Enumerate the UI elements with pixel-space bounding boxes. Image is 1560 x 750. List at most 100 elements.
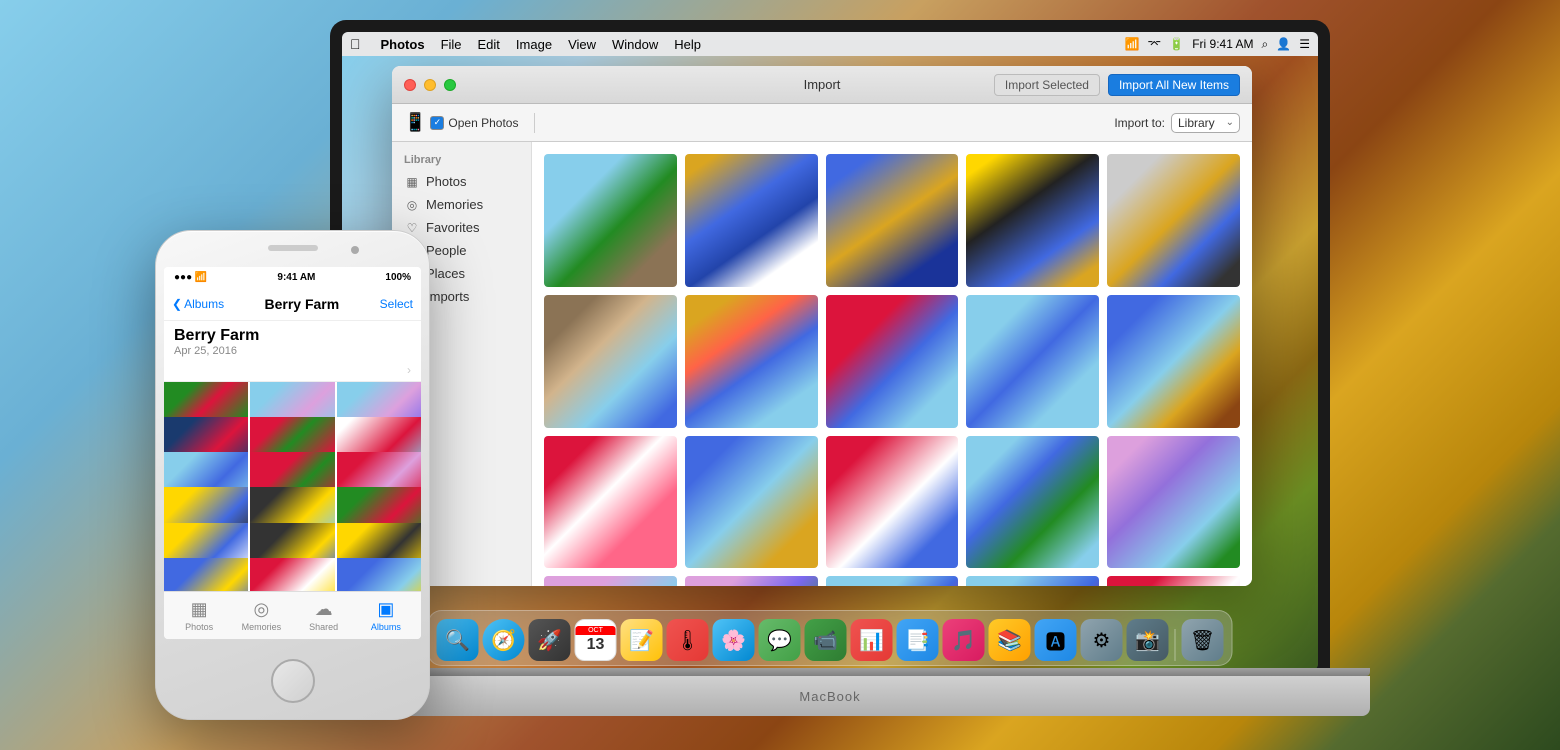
dock-music[interactable]: 🎵	[943, 619, 985, 661]
iphone-tab-memories[interactable]: ◎ Memories	[230, 599, 292, 632]
iphone-tab-shared[interactable]: ☁ Shared	[293, 599, 355, 632]
photo-thumb-11[interactable]	[544, 436, 677, 569]
iphone-album-title: Berry Farm	[174, 327, 411, 345]
dock-notes[interactable]: 📝	[621, 619, 663, 661]
iphone-device-icon: 📱	[404, 112, 426, 133]
iphone-shared-tab-icon: ☁	[315, 599, 333, 620]
photo-thumb-13[interactable]	[826, 436, 959, 569]
iphone-photo-18[interactable]	[337, 558, 421, 591]
photo-thumb-16[interactable]	[544, 576, 677, 586]
titlebar-buttons: Import Selected Import All New Items	[994, 74, 1240, 96]
menubar-help[interactable]: Help	[674, 37, 701, 52]
macbook-bottom: MacBook	[290, 676, 1370, 716]
fullscreen-button[interactable]	[444, 79, 456, 91]
import-selected-button[interactable]: Import Selected	[994, 74, 1100, 96]
dock-books[interactable]: 📚	[989, 619, 1031, 661]
dock-calendar[interactable]: OCT 13	[575, 619, 617, 661]
photo-thumb-12[interactable]	[685, 436, 818, 569]
iphone-home-button[interactable]	[271, 659, 315, 703]
photo-thumb-20[interactable]	[1107, 576, 1240, 586]
dock-appstore[interactable]: 🅰	[1035, 619, 1077, 661]
open-photos-checkbox[interactable]: ✓	[430, 116, 444, 130]
import-to-select-wrapper: Library ⌄	[1171, 113, 1240, 133]
dock-facetime[interactable]: 📹	[805, 619, 847, 661]
memories-icon: ◎	[404, 198, 420, 212]
macbook-label: MacBook	[799, 689, 860, 704]
iphone-battery: 100%	[385, 272, 411, 283]
dock-systemprefs[interactable]: ⚙	[1081, 619, 1123, 661]
photo-thumb-8[interactable]	[826, 295, 959, 428]
sidebar-favorites-label: Favorites	[426, 220, 479, 235]
iphone-back-button[interactable]: ❮ Albums	[172, 297, 224, 311]
iphone-tab-photos[interactable]: ▦ Photos	[168, 599, 230, 632]
photo-thumb-1[interactable]	[544, 154, 677, 287]
menubar-edit[interactable]: Edit	[478, 37, 500, 52]
toolbar-separator	[534, 113, 535, 133]
sidebar-imports-label: Imports	[426, 289, 469, 304]
close-button[interactable]	[404, 79, 416, 91]
apple-menu[interactable]: 	[350, 36, 361, 52]
window-toolbar: 📱 ✓ Open Photos Import to: Library	[392, 104, 1252, 142]
minimize-button[interactable]	[424, 79, 436, 91]
sidebar-item-photos[interactable]: ▦ Photos	[392, 170, 531, 193]
iphone-status-bar: ●●● 📶 9:41 AM 100%	[164, 267, 421, 287]
photo-thumb-10[interactable]	[1107, 295, 1240, 428]
iphone-signal: ●●● 📶	[174, 272, 207, 283]
iphone-select-button[interactable]: Select	[380, 297, 413, 311]
menubar-app-name[interactable]: Photos	[381, 37, 425, 52]
dock-trash[interactable]: 🗑	[1182, 619, 1224, 661]
macbook-screen:  Photos File Edit Image View Window Hel…	[342, 32, 1318, 670]
window-title: Import	[804, 77, 841, 92]
import-all-button[interactable]: Import All New Items	[1108, 74, 1240, 96]
iphone-album-header: Berry Farm Apr 25, 2016	[164, 321, 421, 359]
dock-messages[interactable]: 💬	[759, 619, 801, 661]
iphone-album-date: Apr 25, 2016	[174, 345, 411, 357]
menubar-file[interactable]: File	[441, 37, 462, 52]
window-titlebar: Import Import Selected Import All New It…	[392, 66, 1252, 104]
menubar-view[interactable]: View	[568, 37, 596, 52]
photo-thumb-3[interactable]	[826, 154, 959, 287]
airplay-icon: ⌤	[1147, 37, 1161, 51]
macos-desktop: Import Import Selected Import All New It…	[342, 56, 1318, 670]
iphone-albums-tab-icon: ▣	[377, 599, 394, 620]
photo-thumb-5[interactable]	[1107, 154, 1240, 287]
import-to-group: Import to: Library ⌄	[1114, 113, 1240, 133]
menubar-window[interactable]: Window	[612, 37, 658, 52]
photo-thumb-6[interactable]	[544, 295, 677, 428]
dock-finder[interactable]: 🔍	[437, 619, 479, 661]
dock-keynote[interactable]: 📑	[897, 619, 939, 661]
search-icon[interactable]: ⌕	[1262, 37, 1269, 52]
photo-thumb-7[interactable]	[685, 295, 818, 428]
photos-icon: ▦	[404, 175, 420, 189]
sidebar-library-header: Library	[392, 150, 531, 170]
photo-grid-area[interactable]	[532, 142, 1252, 586]
photo-thumb-2[interactable]	[685, 154, 818, 287]
iphone-photo-17[interactable]	[250, 558, 334, 591]
photo-thumb-18[interactable]	[826, 576, 959, 586]
photo-thumb-4[interactable]	[966, 154, 1099, 287]
menubar-image[interactable]: Image	[516, 37, 552, 52]
dock-camera[interactable]: 📸	[1127, 619, 1169, 661]
dock-launchpad[interactable]: 🚀	[529, 619, 571, 661]
iphone-photo-grid[interactable]	[164, 382, 421, 591]
photo-thumb-19[interactable]	[966, 576, 1099, 586]
iphone-nav-title: Berry Farm	[224, 296, 380, 312]
toolbar-left: 📱 ✓ Open Photos	[404, 112, 518, 133]
menubar-time: Fri 9:41 AM	[1192, 37, 1253, 51]
sidebar-item-memories[interactable]: ◎ Memories	[392, 193, 531, 216]
photo-thumb-15[interactable]	[1107, 436, 1240, 569]
user-icon: 👤	[1276, 37, 1291, 51]
dock-safari[interactable]: 🧭	[483, 619, 525, 661]
iphone-nav-bar: ❮ Albums Berry Farm Select	[164, 287, 421, 321]
iphone-photo-16[interactable]	[164, 558, 248, 591]
dock-numbers[interactable]: 📊	[851, 619, 893, 661]
import-to-select[interactable]: Library	[1171, 113, 1240, 133]
dock-photos[interactable]: 🌸	[713, 619, 755, 661]
iphone-tab-albums[interactable]: ▣ Albums	[355, 599, 417, 632]
dock-separator	[1175, 629, 1176, 661]
list-icon: ☰	[1299, 37, 1310, 51]
photo-thumb-14[interactable]	[966, 436, 1099, 569]
photo-thumb-9[interactable]	[966, 295, 1099, 428]
photo-thumb-17[interactable]	[685, 576, 818, 586]
dock-thermometer[interactable]: 🌡	[667, 619, 709, 661]
